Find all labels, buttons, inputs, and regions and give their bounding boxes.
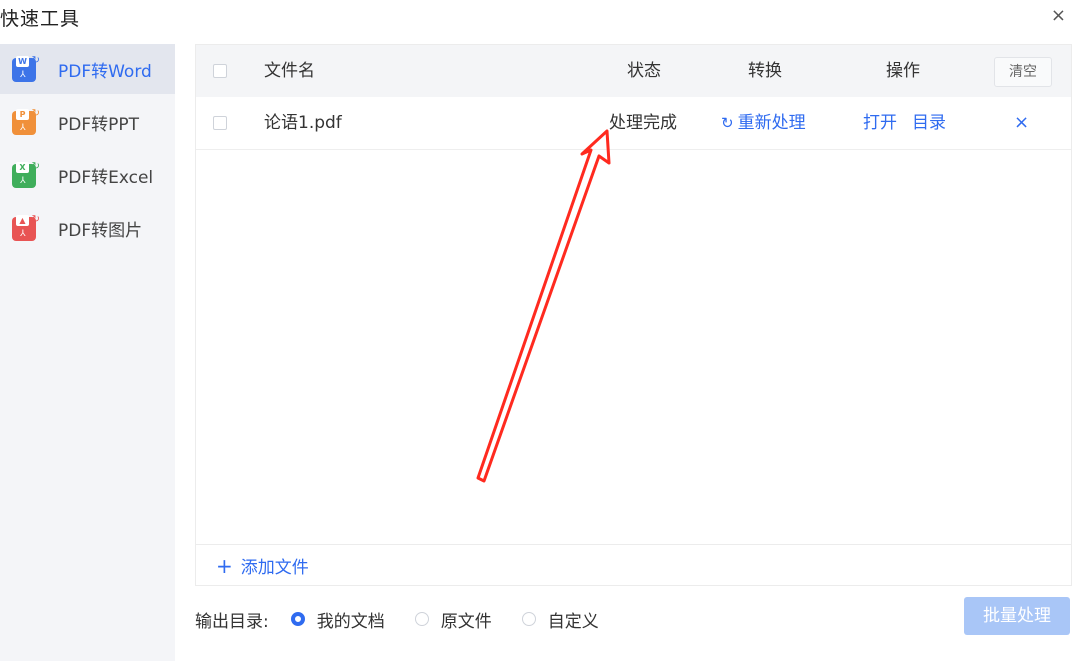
redo-icon: ↻ [721,114,734,132]
radio-custom[interactable]: 自定义 [521,607,599,632]
add-file-label: 添加文件 [240,557,309,578]
status-text: 处理完成 [609,113,677,133]
pdf-to-image-icon: ▲ ↻ ⅄ [12,215,40,241]
radio-label: 自定义 [547,611,599,632]
add-file-button[interactable]: + 添加文件 [216,553,309,578]
radio-my-documents[interactable]: 我的文档 [290,607,385,632]
header-status: 状态 [627,61,661,81]
radio-unselected-icon [521,612,536,626]
sidebar-item-label: PDF转图片 [58,220,143,241]
sidebar-item-label: PDF转PPT [58,114,140,135]
header-convert: 转换 [748,61,782,81]
reprocess-button[interactable]: ↻ 重新处理 [721,97,806,149]
clear-button[interactable]: 清空 [994,57,1052,87]
radio-label: 原文件 [440,611,492,632]
pdf-to-word-icon: W ↻ ⅄ [12,56,40,82]
delete-row-icon[interactable]: × [1014,97,1029,149]
sidebar-item-label: PDF转Excel [58,167,154,188]
output-directory-label: 输出目录: [195,611,269,632]
reprocess-label: 重新处理 [737,113,806,133]
sidebar-item-pdf-to-word[interactable]: W ↻ ⅄ PDF转Word [0,44,175,94]
radio-original-file[interactable]: 原文件 [414,607,492,632]
table-header: 文件名 状态 转换 操作 清空 [196,45,1071,97]
output-directory-options: 输出目录: 我的文档 原文件 自定义 [195,604,599,634]
file-list-panel: 文件名 状态 转换 操作 清空 论语1.pdf 处理完成 ↻ 重新处理 打开 目录… [195,44,1072,586]
sidebar-item-label: PDF转Word [58,61,152,82]
close-button[interactable]: × [1051,6,1066,26]
header-filename: 文件名 [264,61,315,81]
radio-unselected-icon [414,612,429,626]
plus-icon: + [216,553,233,578]
sidebar: W ↻ ⅄ PDF转Word P ↻ ⅄ PDF转PPT X ↻ ⅄ PDF转E… [0,44,175,661]
batch-process-button[interactable]: 批量处理 [964,597,1070,635]
window-title: 快速工具 [0,8,81,30]
radio-label: 我的文档 [316,611,385,632]
open-folder-link[interactable]: 目录 [912,97,946,149]
add-file-bar: + 添加文件 [196,544,1071,585]
sidebar-item-pdf-to-excel[interactable]: X ↻ ⅄ PDF转Excel [0,150,175,200]
sidebar-item-pdf-to-ppt[interactable]: P ↻ ⅄ PDF转PPT [0,97,175,147]
table-row: 论语1.pdf 处理完成 ↻ 重新处理 打开 目录 × [196,97,1071,150]
row-checkbox[interactable] [213,116,227,130]
file-name: 论语1.pdf [264,113,342,133]
select-all-checkbox[interactable] [213,64,227,78]
pdf-to-excel-icon: X ↻ ⅄ [12,162,40,188]
radio-selected-icon [290,612,305,626]
open-file-link[interactable]: 打开 [863,97,897,149]
sidebar-item-pdf-to-image[interactable]: ▲ ↻ ⅄ PDF转图片 [0,203,175,253]
pdf-to-ppt-icon: P ↻ ⅄ [12,109,40,135]
header-actions: 操作 [886,61,920,81]
